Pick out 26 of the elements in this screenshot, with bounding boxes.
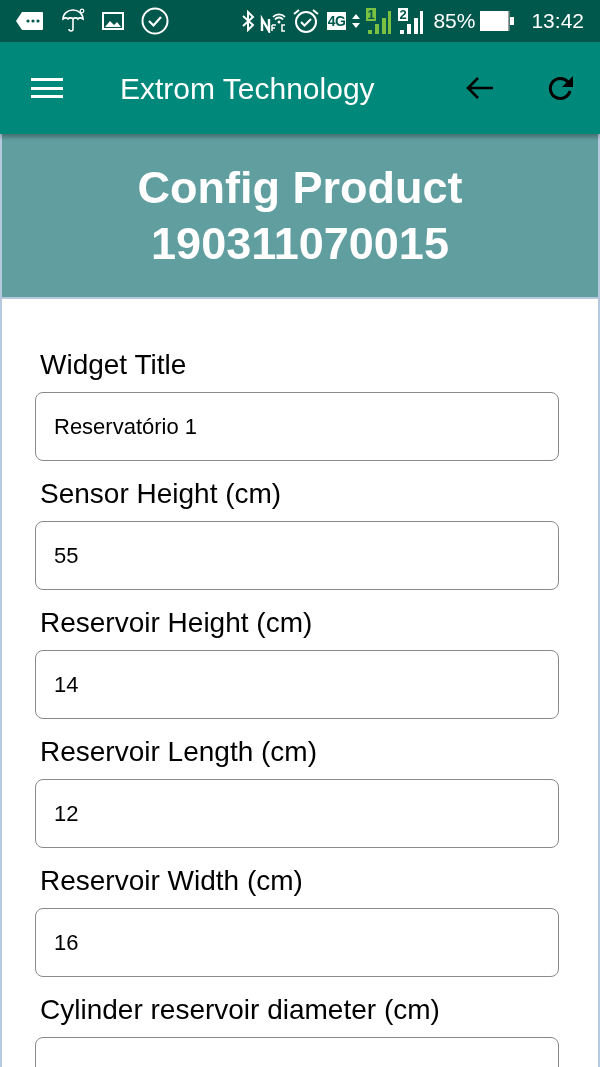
app-title: Extrom Technology [120,70,375,107]
page-title: Config Product 190311070015 [136,160,464,271]
input-field[interactable]: 14 [35,650,559,719]
refresh-icon[interactable] [546,74,574,102]
battery-percent: 85% [433,8,476,35]
menu-icon[interactable] [31,78,63,98]
clock-time: 13:42 [531,8,584,35]
field-label: Sensor Height (cm) [39,477,283,511]
field-label: Reservoir Width (cm) [39,864,304,898]
network-type-icon: 4G [326,12,347,30]
input-field[interactable]: 12 [35,779,559,848]
battery-icon [480,11,515,31]
input-field[interactable]: 16 [35,908,559,977]
input-field[interactable]: 55 [35,521,559,590]
bluetooth-icon [240,10,255,32]
umbrella-icon [61,8,85,34]
message-icon [16,11,44,31]
field-label: Widget Title [39,348,188,382]
input-field[interactable]: Reservatório 1 [35,392,559,461]
field-label: Reservoir Length (cm) [39,735,318,769]
check-circle-icon [141,7,169,35]
alarm-clock-icon [292,8,319,34]
back-arrow-icon[interactable] [466,76,494,100]
field-label: Cylinder reservoir diameter (cm) [39,993,441,1027]
field-label: Reservoir Height (cm) [39,606,314,640]
image-icon [102,12,124,30]
